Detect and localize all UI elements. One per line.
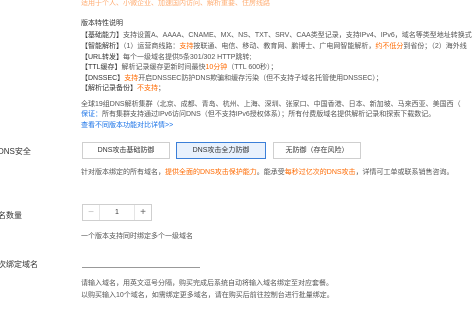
feature-text: （1）运营商线路： <box>123 43 180 50</box>
feature-note: 保证：所有集群支持通过IPv6访问DNS（但不支持IPv6授权体系）；所有付费版… <box>81 109 435 119</box>
feature-note-prefix: 保证： <box>81 111 102 118</box>
feature-highlight: 支持 <box>124 75 139 82</box>
decrement-button[interactable]: − <box>83 205 100 220</box>
bind-domain-help-1: 请输入域名，用英文逗号分隔，购买完成后系统自动将输入域名绑定至对应套餐。 <box>81 280 333 287</box>
feature-line-smart: 【智能解析】（1）运营商线路：支持按联通、电信、移动、教育网、鹏博士、广电网智能… <box>81 41 467 51</box>
feature-text: （TTL 600秒）； <box>227 64 278 71</box>
feature-text: 按联通、电信、移动、教育网、鹏博士、广电网智能解析， <box>193 43 376 50</box>
feature-highlight: 不支持 <box>137 85 158 92</box>
feature-line-ttl: 【TTL缓存】解析记录缓存更新时间最快10分钟（TTL 600秒）； <box>81 62 278 72</box>
feature-text: ； <box>158 85 165 92</box>
feature-text: 到省份；（2）海外线 <box>403 43 467 50</box>
feature-label: 【DNSSEC】 <box>81 75 125 82</box>
feature-text: 支持设置A、AAAA、CNAME、MX、NS、TXT、SRV、CAA类型记录，支… <box>123 32 472 39</box>
feature-highlight: 约不低分 <box>375 43 404 50</box>
dns-option-basic[interactable]: DNS攻击基础防御 <box>82 142 170 159</box>
plan-summary-fragment: 适用于个人、小微企业、加速国内访问、解析重要、住房线路 <box>81 0 270 7</box>
features-title: 版本特性说明 <box>81 20 123 27</box>
feature-line-dnssec: 【DNSSEC】支持开启DNSSEC防护DNS欺骗和缓存污染（但不支持子域名托管… <box>81 73 383 83</box>
feature-label: 【URL转发】 <box>81 54 124 61</box>
bind-domain-help-2: 以购买输入10个域名，如需绑定更多域名，请在购买后前往控制台进行批量绑定。 <box>81 292 334 299</box>
domain-input[interactable] <box>82 267 200 268</box>
dns-option-full[interactable]: DNS攻击全力防御 <box>176 142 266 159</box>
feature-note-text: 所有集群支持通过IPv6访问DNS（但不支持IPv6授权体系）；所有付费版域名提… <box>102 111 436 118</box>
dns-desc-highlight: 每秒过亿次的DNS攻击 <box>284 169 356 176</box>
feature-highlight: 支持 <box>179 43 194 50</box>
dns-security-label: DNS安全 <box>0 147 31 156</box>
feature-text: 开启DNSSEC防护DNS欺骗和缓存污染（但不支持子域名托管使用DNSSEC）； <box>138 75 383 82</box>
feature-label: 【TTL缓存】 <box>81 64 122 71</box>
feature-line-basic: 【基础能力】支持设置A、AAAA、CNAME、MX、NS、TXT、SRV、CAA… <box>81 30 472 40</box>
dns-desc-highlight: 提供全面的DNS攻击保护能力 <box>165 169 257 176</box>
compare-versions-link[interactable]: 查看不同版本功能对比详情>> <box>81 120 173 130</box>
domain-count-value[interactable]: 1 <box>100 205 134 220</box>
dns-desc-text: 针对版本绑定的所有域名， <box>81 169 165 176</box>
domain-count-desc: 一个版本支持同时绑定多个一级域名 <box>81 233 193 240</box>
dns-option-none[interactable]: 无防御（存在风险） <box>273 142 361 159</box>
domain-count-stepper[interactable]: − 1 + <box>82 204 152 221</box>
feature-label: 【解析记录备份】 <box>81 85 137 92</box>
feature-line-backup: 【解析记录备份】不支持； <box>81 83 165 93</box>
dns-desc-text: 。能承受 <box>256 169 285 176</box>
feature-highlight: 10分钟 <box>205 64 228 71</box>
bind-domain-label: 次绑定域名 <box>0 260 38 269</box>
feature-text: 每个一级域名提供5条301/302 HTTP跳转; <box>123 54 252 61</box>
feature-label: 【智能解析】 <box>81 43 123 50</box>
domain-count-label: 名数量 <box>0 211 22 220</box>
feature-line-url: 【URL转发】每个一级域名提供5条301/302 HTTP跳转; <box>81 52 251 62</box>
feature-label: 【基础能力】 <box>81 32 123 39</box>
dns-desc-text: ，详情可工单或联系销售咨询。 <box>355 169 454 176</box>
feature-text: 解析记录缓存更新时间最快 <box>121 64 206 71</box>
feature-nodes: 全球19组DNS解析集群（北京、成都、青岛、杭州、上海、深圳、张家口、中国香港、… <box>81 101 461 108</box>
increment-button[interactable]: + <box>134 205 151 220</box>
dns-security-desc: 针对版本绑定的所有域名，提供全面的DNS攻击保护能力。能承受每秒过亿次的DNS攻… <box>81 167 454 177</box>
